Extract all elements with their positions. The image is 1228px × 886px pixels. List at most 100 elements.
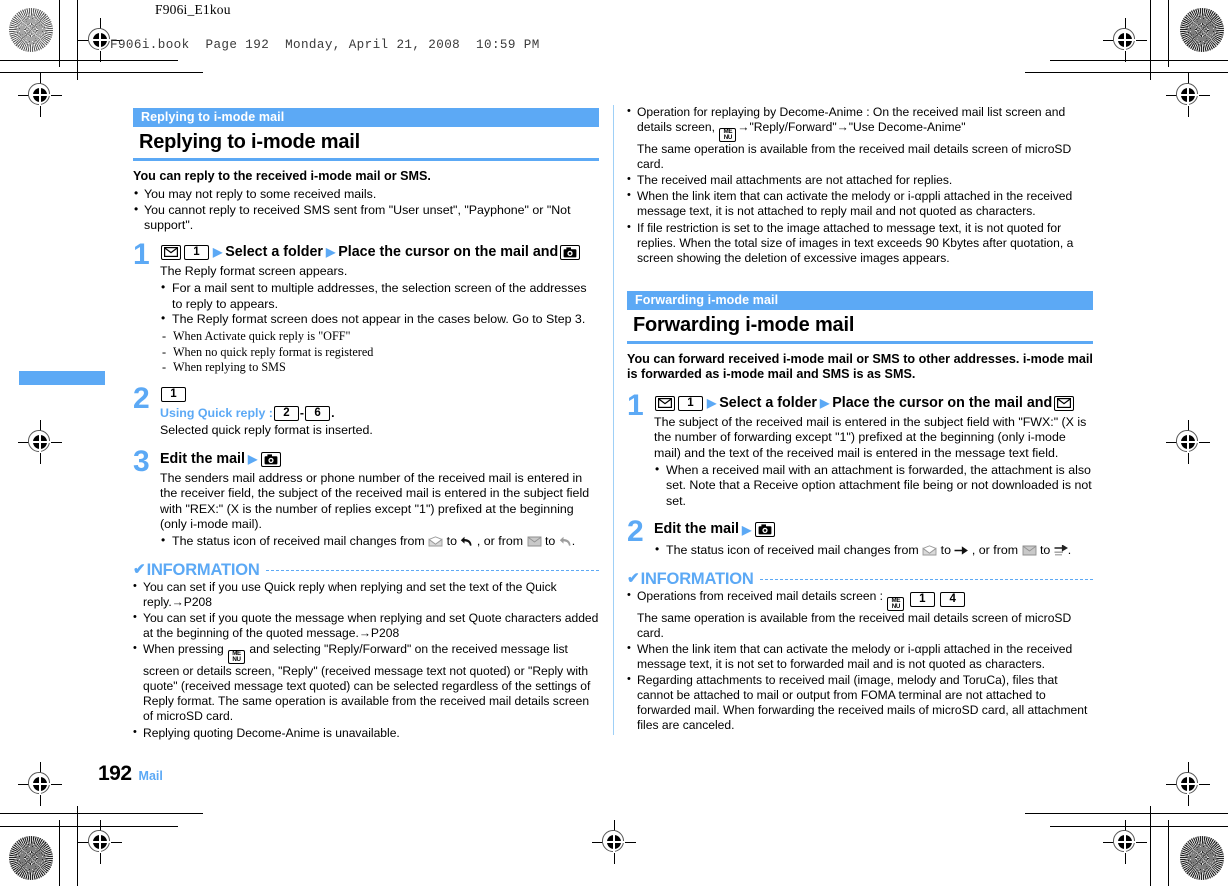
key-4: 4 — [940, 591, 966, 607]
list-item: When the link item that can activate the… — [627, 641, 1093, 672]
chevron-right-icon: ▶ — [819, 396, 830, 411]
information-heading-right: ✔ INFORMATION — [627, 569, 1093, 588]
mail-unread-icon — [428, 536, 443, 547]
subnote-dash: - — [299, 405, 305, 420]
book-file-line: F906i.book Page 192 Monday, April 21, 20… — [110, 38, 540, 52]
list-item: Operation for replaying by Decome-Anime … — [627, 104, 1093, 172]
list-item: You can set if you use Quick reply when … — [133, 579, 599, 610]
list-item: You can set if you quote the message whe… — [133, 610, 599, 641]
list-item: If file restriction is set to the image … — [627, 220, 1093, 266]
information-label: INFORMATION — [146, 560, 260, 579]
menu-key-icon: ME NU — [887, 596, 905, 611]
density-target — [9, 8, 53, 52]
status-text-to: to — [446, 534, 457, 549]
menu-key-icon: ME NU — [228, 650, 246, 665]
registration-mark — [1166, 420, 1210, 464]
lead-paragraph: You can reply to the received i-mode mai… — [133, 169, 431, 183]
step-number: 2 — [133, 381, 150, 415]
right-column: Operation for replaying by Decome-Anime … — [627, 104, 1093, 733]
check-icon: ✔ — [133, 561, 146, 579]
step-heading-text: Select a folder — [225, 243, 323, 260]
document-label: F906i_E1kou — [155, 2, 231, 17]
trim-line — [0, 813, 203, 815]
density-target — [9, 836, 53, 880]
key-1: 1 — [909, 591, 935, 607]
registration-mark — [18, 762, 62, 806]
step-heading: 1 — [160, 386, 599, 402]
status-text-end: . — [1067, 543, 1072, 558]
section-bar-label: Replying to i-mode mail — [133, 108, 599, 127]
status-text-to: to — [544, 534, 556, 549]
trim-line — [1025, 813, 1228, 815]
envelope-key-icon — [1054, 395, 1075, 411]
registration-mark — [1166, 73, 1210, 117]
info-text-line2: The same operation is available from the… — [637, 610, 1072, 640]
list-item: The status icon of received mail changes… — [654, 542, 1093, 558]
edge-thumb-tab — [19, 371, 105, 385]
section-rule — [627, 340, 1093, 344]
camera-key-icon — [560, 244, 581, 260]
continued-bullet-list: Operation for replaying by Decome-Anime … — [627, 104, 1093, 266]
step-number: 3 — [133, 444, 150, 478]
list-item: Operations from received mail details sc… — [627, 588, 1093, 641]
key-1: 1 — [184, 244, 209, 260]
list-item: When pressing MENU and selecting "Reply/… — [133, 641, 599, 724]
forward-arrow-grey-icon — [1054, 545, 1068, 556]
dashed-rule — [265, 570, 599, 572]
section-title: Replying to i-mode mail — [139, 131, 360, 153]
list-item: You may not reply to some received mails… — [133, 185, 599, 202]
step-1: 1 1 ▶ Select a folder ▶ Place the cursor… — [133, 237, 599, 375]
trim-line — [59, 0, 61, 67]
subnote-label: Using Quick reply : — [160, 405, 273, 420]
step-number: 2 — [627, 515, 644, 549]
section-header-forwarding: Forwarding i-mode mail Forwarding i-mode… — [627, 290, 1093, 344]
step-body: The subject of the received mail is ente… — [654, 414, 1087, 460]
information-label: INFORMATION — [640, 569, 754, 588]
step-bullets: For a mail sent to multiple addresses, t… — [160, 280, 599, 327]
key-6: 6 — [305, 406, 331, 422]
chevron-right-icon: ▶ — [325, 245, 336, 260]
section-rule — [133, 158, 599, 161]
list-item: The Reply format screen does not appear … — [160, 311, 599, 327]
trim-line — [1150, 0, 1152, 80]
step-number: 1 — [133, 237, 150, 271]
dashed-rule — [759, 579, 1093, 581]
status-text-a: The status icon of received mail changes… — [172, 534, 425, 549]
list-item: When a received mail with an attachment … — [654, 462, 1093, 509]
step-heading-text: Edit the mail — [160, 450, 245, 467]
step-heading-text: Select a folder — [719, 394, 817, 411]
subnote-period: . — [331, 405, 335, 420]
step-heading-text: Place the cursor on the mail and — [832, 394, 1053, 411]
left-column: Replying to i-mode mail Replying to i-mo… — [133, 108, 599, 741]
page-number: 192 — [98, 762, 132, 785]
camera-key-icon — [261, 451, 282, 467]
density-target — [1180, 8, 1224, 52]
column-divider — [613, 105, 614, 735]
information-list-left: You can set if you use Quick reply when … — [133, 579, 599, 741]
step-number: 1 — [627, 388, 644, 422]
chevron-right-icon: ▶ — [213, 245, 223, 260]
envelope-key-icon — [161, 244, 181, 260]
trim-line — [1168, 0, 1170, 67]
reply-arrow-grey-icon — [559, 536, 572, 547]
menu-key-bottom: NU — [891, 602, 901, 610]
step-2: 2 Edit the mail ▶ The status icon of rec… — [627, 515, 1093, 558]
registration-mark — [1166, 762, 1210, 806]
status-text-a: The status icon of received mail changes… — [666, 543, 919, 558]
registration-mark — [592, 820, 636, 864]
density-target — [1180, 836, 1224, 880]
step-dash-list: When Activate quick reply is "OFF" When … — [160, 329, 599, 375]
info-text-line3: The same operation is available from the… — [637, 142, 1072, 172]
check-icon: ✔ — [627, 570, 640, 588]
section-header-replying: Replying to i-mode mail Replying to i-mo… — [133, 108, 599, 161]
step-body: The Reply format screen appears. — [160, 263, 348, 278]
lead-bullet-list: You may not reply to some received mails… — [133, 185, 599, 234]
step-2: 2 1 Using Quick reply : 2 - 6 . Selected… — [133, 381, 599, 439]
menu-key-bottom: NU — [723, 134, 733, 142]
list-item: The status icon of received mail changes… — [160, 533, 599, 549]
reply-arrow-icon — [460, 536, 473, 547]
registration-mark — [18, 73, 62, 117]
chapter-name: Mail — [138, 769, 163, 783]
step-heading: Edit the mail ▶ — [160, 450, 599, 469]
step-heading: 1 ▶ Select a folder ▶ Place the cursor o… — [160, 243, 599, 262]
